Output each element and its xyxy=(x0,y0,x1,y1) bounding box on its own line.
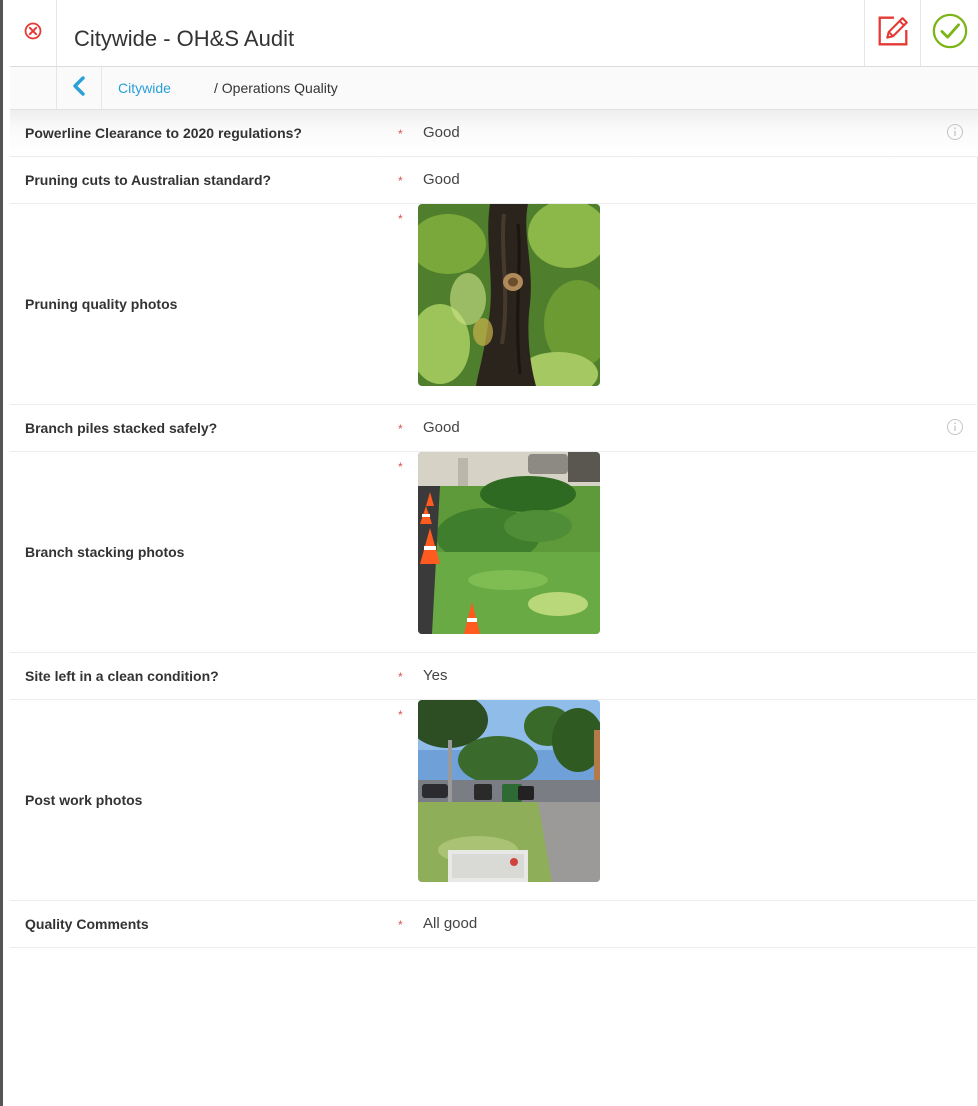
required-marker: * xyxy=(398,127,403,141)
close-circle-icon xyxy=(24,22,42,45)
edit-icon xyxy=(874,12,912,55)
street-post-work-photo[interactable] xyxy=(418,700,600,882)
info-icon[interactable] xyxy=(946,123,964,141)
form-row: Branch stacking photos * xyxy=(10,452,978,653)
form-row: Branch piles stacked safely? * Good xyxy=(10,405,978,452)
check-circle-icon xyxy=(931,12,969,55)
form-row: Powerline Clearance to 2020 regulations?… xyxy=(10,110,978,157)
branch-stack-cones-photo[interactable] xyxy=(418,452,600,634)
answer-value[interactable]: Good xyxy=(423,157,460,203)
question-label: Post work photos xyxy=(25,792,143,808)
audit-form: Powerline Clearance to 2020 regulations?… xyxy=(10,110,978,948)
breadcrumb-link-citywide[interactable]: Citywide xyxy=(118,67,171,109)
question-label: Site left in a clean condition? xyxy=(25,668,219,684)
form-row: Site left in a clean condition? * Yes xyxy=(10,653,978,700)
question-label: Pruning cuts to Australian standard? xyxy=(25,172,272,188)
answer-value[interactable]: Good xyxy=(423,405,460,451)
close-button[interactable] xyxy=(10,0,57,66)
answer-value[interactable]: Yes xyxy=(423,653,447,699)
required-marker: * xyxy=(398,918,403,932)
question-label: Quality Comments xyxy=(25,916,149,932)
required-marker: * xyxy=(398,422,403,436)
form-row: Quality Comments * All good xyxy=(10,901,978,948)
confirm-button[interactable] xyxy=(920,0,978,66)
header-bar: Citywide - OH&S Audit xyxy=(10,0,978,67)
window-left-edge xyxy=(0,0,3,1106)
back-button[interactable] xyxy=(56,67,102,109)
breadcrumb-current-page: / Operations Quality xyxy=(214,80,338,96)
question-label: Pruning quality photos xyxy=(25,296,178,312)
answer-value[interactable]: All good xyxy=(423,901,477,947)
answer-value[interactable]: Good xyxy=(423,110,460,156)
question-label: Branch piles stacked safely? xyxy=(25,420,218,436)
form-row: Pruning quality photos * xyxy=(10,204,978,405)
info-icon[interactable] xyxy=(946,418,964,436)
breadcrumb: Citywide / Operations Quality xyxy=(10,67,978,110)
form-row: Pruning cuts to Australian standard? * G… xyxy=(10,157,978,204)
page-title: Citywide - OH&S Audit xyxy=(74,26,295,51)
required-marker: * xyxy=(398,460,403,474)
question-label: Powerline Clearance to 2020 regulations? xyxy=(25,125,302,141)
tree-trunk-photo[interactable] xyxy=(418,204,600,386)
required-marker: * xyxy=(398,708,403,722)
required-marker: * xyxy=(398,670,403,684)
chevron-left-icon xyxy=(72,75,86,101)
required-marker: * xyxy=(398,174,403,188)
form-row: Post work photos * xyxy=(10,700,978,901)
required-marker: * xyxy=(398,212,403,226)
edit-button[interactable] xyxy=(864,0,920,66)
question-label: Branch stacking photos xyxy=(25,544,185,560)
